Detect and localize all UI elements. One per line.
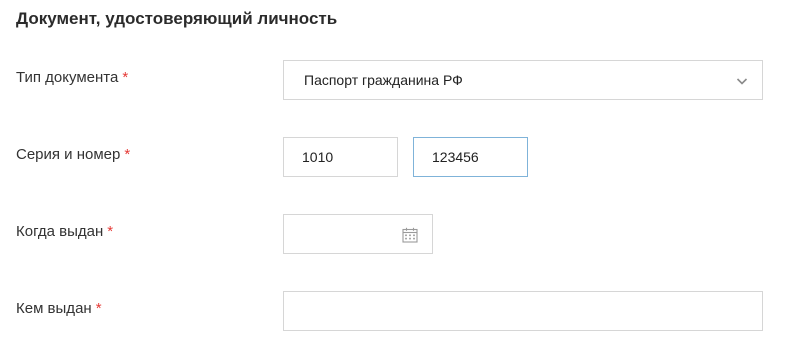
required-asterisk: *: [95, 300, 102, 317]
series-number-label: Серия и номер *: [16, 146, 130, 163]
passport-number-input[interactable]: 123456: [413, 137, 528, 177]
doc-type-selected-value: Паспорт гражданина РФ: [304, 72, 463, 88]
required-asterisk: *: [122, 69, 129, 86]
issue-date-label-text: Когда выдан: [16, 223, 104, 240]
section-title: Документ, удостоверяющий личность: [16, 9, 338, 28]
doc-type-label-text: Тип документа: [16, 69, 119, 86]
doc-type-select[interactable]: Паспорт гражданина РФ: [283, 60, 763, 100]
doc-type-label: Тип документа *: [16, 69, 128, 86]
required-asterisk: *: [107, 223, 114, 240]
issued-by-label: Кем выдан *: [16, 300, 102, 317]
issue-date-input[interactable]: [283, 214, 433, 254]
issued-by-input[interactable]: [283, 291, 763, 331]
required-asterisk: *: [124, 146, 131, 163]
calendar-icon[interactable]: [402, 227, 418, 243]
passport-series-input[interactable]: 1010: [283, 137, 398, 177]
issued-by-label-text: Кем выдан: [16, 300, 92, 317]
series-number-label-text: Серия и номер: [16, 146, 121, 163]
issue-date-label: Когда выдан *: [16, 223, 113, 240]
passport-series-value: 1010: [302, 149, 334, 165]
passport-number-value: 123456: [432, 149, 479, 165]
chevron-down-icon[interactable]: [736, 74, 748, 86]
